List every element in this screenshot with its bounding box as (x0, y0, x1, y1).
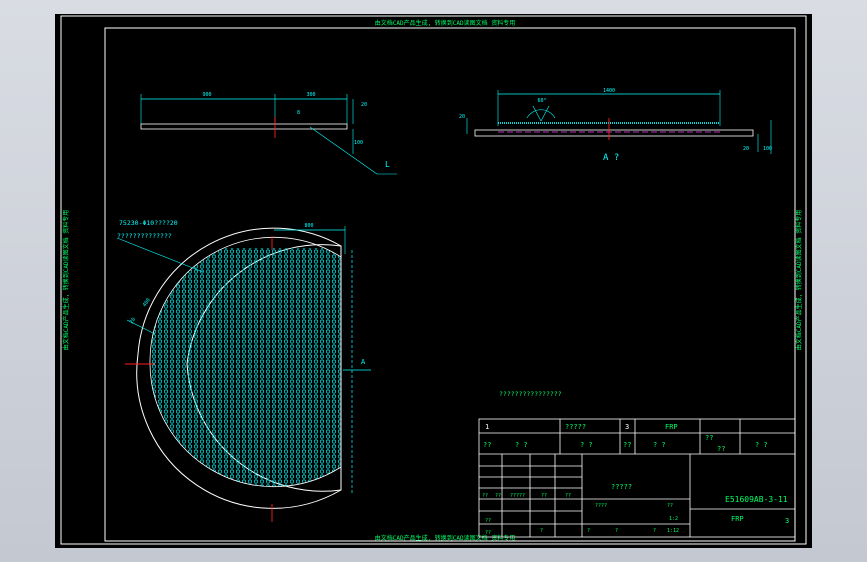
side-view-tag: L (385, 160, 390, 169)
side-view-right-dim: 300 (306, 92, 315, 98)
section-angle: 60° (537, 98, 546, 104)
title-cell-2: ?? (495, 493, 501, 499)
title-sheet: 3 (785, 517, 789, 525)
side-view-length: 900 (202, 92, 211, 98)
title-part-name: ????? (611, 483, 632, 491)
hole-spec: 75230-Φ10????20 (119, 219, 178, 227)
title-cell-8: 1:2 (669, 516, 678, 522)
section-angle-leg-b (540, 105, 550, 122)
title-cell-14: ? (653, 528, 656, 534)
title-row2-a: ?? (483, 441, 491, 449)
title-material: FRP (731, 515, 744, 523)
side-view-plate (140, 123, 348, 130)
section-plate (474, 129, 754, 137)
cad-viewport: 由文档CAD产品生成, 转换到CAD读图文档 资料专用 由文档CAD产品生成, … (0, 0, 867, 562)
title-cell-9: ?? (485, 518, 491, 524)
plate-top-dim: 800 (304, 223, 313, 229)
side-view: 900 300 20 100 8 L (140, 92, 397, 175)
title-cell-11: ? (540, 528, 543, 534)
title-row2-f: ?? (705, 434, 713, 442)
section-label: A ? (603, 153, 619, 163)
title-cell-13: ? (615, 528, 618, 534)
title-cell-3: ????? (510, 493, 525, 499)
side-view-leader (309, 126, 378, 175)
title-cell-6: ???? (595, 503, 607, 509)
title-cell-4: ?? (541, 493, 547, 499)
title-cell-12: ? (587, 528, 590, 534)
side-view-detail: 100 (354, 140, 363, 146)
drawing-canvas: 由文档CAD产品生成, 转换到CAD读图文档 资料专用 由文档CAD产品生成, … (60, 15, 807, 545)
title-row1-name: ????? (565, 423, 586, 431)
title-row2-b: ? ? (515, 441, 528, 449)
title-row2-c: ? ? (580, 441, 593, 449)
side-view-small: 8 (297, 110, 300, 116)
title-block-text: 1 ????? 3 FRP ?? ? ? ? ? ?? ? ? ?? ?? ? … (482, 423, 789, 536)
title-row1-count: 3 (625, 423, 629, 431)
section-left: 20 (459, 114, 465, 120)
tech-note: ???????????????? (499, 390, 562, 398)
section-angle-leg-a (532, 105, 542, 122)
title-row2-d: ?? (623, 441, 631, 449)
title-block-frame (478, 418, 796, 538)
section-right: 20 (743, 146, 749, 152)
watermark-left: 由文档CAD产品生成, 转换到CAD读图文档 资料专用 (62, 210, 70, 351)
section-cut-label: A (361, 358, 366, 366)
title-drawing-no: E51609AB-3-11 (725, 495, 788, 504)
title-row2-h: ? ? (755, 441, 768, 449)
title-row2-g: ?? (717, 445, 725, 453)
hole-note: ?????????????? (117, 232, 172, 240)
watermark-bottom: 由文档CAD产品生成, 转换到CAD读图文档 资料专用 (375, 534, 516, 542)
drawing-sheet: 由文档CAD产品生成, 转换到CAD读图文档 资料专用 由文档CAD产品生成, … (55, 14, 812, 548)
section-angle-arc (526, 109, 556, 119)
title-cell-10: ?? (485, 530, 491, 536)
watermark-top: 由文档CAD产品生成, 转换到CAD读图文档 资料专用 (375, 19, 516, 27)
title-cell-5: ?? (565, 493, 571, 499)
title-row1-qty: 1 (485, 423, 489, 431)
plate-left-dim-b: 20 (129, 317, 137, 325)
title-row1-material: FRP (665, 423, 678, 431)
title-cell-7: ?? (667, 503, 673, 509)
watermark-right: 由文档CAD产品生成, 转换到CAD读图文档 资料专用 (795, 210, 803, 351)
title-cell-15: 1:12 (667, 528, 679, 534)
plate-view: 800 400 20 75230-Φ10????20 ?????????????… (116, 219, 371, 522)
hole-leader (116, 237, 204, 273)
section-view: 1400 60° 20 20 100 A ? (459, 88, 772, 163)
title-cell-1: ?? (482, 493, 488, 499)
perforation-field (149, 248, 342, 487)
section-length: 1400 (603, 88, 615, 94)
side-view-height: 20 (361, 102, 367, 108)
title-row2-e: ? ? (653, 441, 666, 449)
section-far-right: 100 (763, 146, 772, 152)
title-block (478, 418, 796, 538)
